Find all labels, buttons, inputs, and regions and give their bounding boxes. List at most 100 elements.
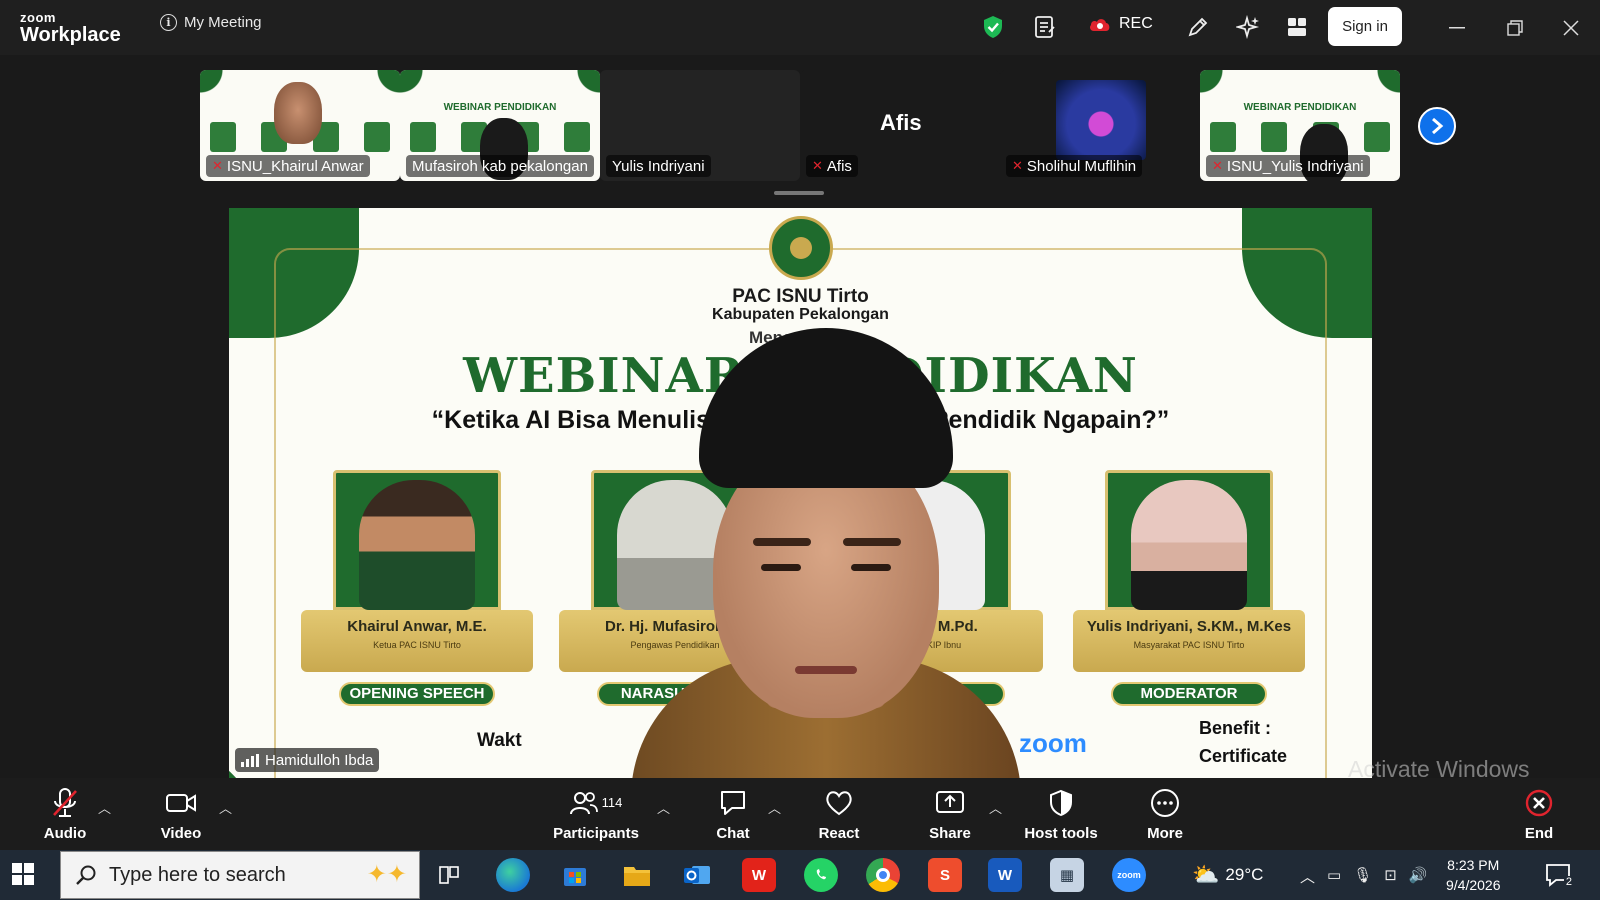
- end-meeting-button[interactable]: End: [1516, 778, 1562, 850]
- system-tray: ︿ ▭ 🎙 ⊡ 🔊: [1300, 866, 1428, 887]
- zoom-workplace-logo: zoom Workplace: [20, 10, 121, 46]
- more-dots-icon: [1150, 787, 1180, 819]
- chrome-icon[interactable]: [866, 858, 900, 892]
- edge-icon[interactable]: [496, 858, 530, 892]
- heart-icon: [824, 787, 854, 819]
- audio-button[interactable]: Audio: [40, 778, 90, 850]
- notification-center-icon[interactable]: 2: [1544, 862, 1574, 888]
- guitar-avatar-image: [1056, 80, 1146, 160]
- weather-widget[interactable]: ⛅ 29°C: [1192, 862, 1263, 888]
- windows-start-icon[interactable]: [12, 863, 34, 885]
- slide-time-label: Wakt: [477, 730, 522, 751]
- participant-name-tag: Yulis Indriyani: [606, 155, 711, 177]
- speaker-card: Yulis Indriyani, S.KM., M.Kes Masyarakat…: [1073, 470, 1305, 706]
- windows-taskbar: ✦✦ W S W ▦ zoom ⛅ 29°C ︿ ▭ 🎙 ⊡ 🔊 8:23 PM…: [0, 850, 1600, 900]
- whatsapp-icon[interactable]: [804, 858, 838, 892]
- share-screen-icon: [935, 787, 965, 819]
- participant-name-tag: Mufasiroh kab pekalongan: [406, 155, 594, 177]
- speaker-card: Khairul Anwar, M.E. Ketua PAC ISNU Tirto…: [301, 470, 533, 706]
- share-button[interactable]: Share: [924, 778, 976, 850]
- outlook-icon[interactable]: [680, 858, 714, 892]
- ai-sparkle-icon[interactable]: [1236, 14, 1260, 40]
- meeting-toolbar: Audio ︿ Video ︿ 114 Participants ︿ Chat …: [0, 778, 1600, 850]
- audio-options-caret[interactable]: ︿: [98, 798, 111, 817]
- zoom-icon[interactable]: zoom: [1103, 850, 1155, 900]
- mic-muted-icon: ✕: [1012, 158, 1023, 173]
- minimize-icon[interactable]: [1442, 14, 1472, 42]
- remote-desktop-icon[interactable]: ▦: [1050, 858, 1084, 892]
- video-options-caret[interactable]: ︿: [219, 798, 232, 817]
- cloud-record-icon: [1090, 19, 1110, 31]
- participant-strip: ✕ ISNU_Khairul Anwar WEBINAR PENDIDIKAN …: [0, 55, 1600, 205]
- host-tools-button[interactable]: Host tools: [1022, 778, 1100, 850]
- chat-bubble-icon: [718, 787, 748, 819]
- peci-cap: [699, 328, 953, 488]
- word-icon[interactable]: W: [988, 858, 1022, 892]
- slide-region: Kabupaten Pekalongan: [712, 306, 889, 323]
- sign-in-button[interactable]: Sign in: [1328, 7, 1402, 46]
- task-view-icon[interactable]: [432, 858, 466, 892]
- video-tile[interactable]: ✕ ISNU_Khairul Anwar: [200, 70, 400, 181]
- battery-icon[interactable]: ▭: [1327, 866, 1341, 887]
- apps-icon[interactable]: [1286, 14, 1308, 40]
- microphone-icon[interactable]: 🎙: [1353, 866, 1372, 887]
- video-tile[interactable]: Yulis Indriyani: [600, 70, 800, 181]
- participants-count: 114: [601, 795, 623, 810]
- speaker-photo: [359, 480, 475, 610]
- store-icon[interactable]: [558, 858, 592, 892]
- shopee-icon[interactable]: S: [928, 858, 962, 892]
- taskbar-search[interactable]: ✦✦: [60, 851, 420, 899]
- more-button[interactable]: More: [1140, 778, 1190, 850]
- share-options-caret[interactable]: ︿: [989, 798, 1002, 817]
- info-icon: i: [160, 14, 177, 31]
- volume-icon[interactable]: 🔊: [1409, 866, 1428, 887]
- network-icon[interactable]: ⊡: [1384, 866, 1397, 887]
- notes-icon[interactable]: [1034, 14, 1056, 40]
- shared-screen: PAC ISNU Tirto Kabupaten Pekalongan Meng…: [229, 208, 1372, 778]
- notification-count: 2: [1563, 876, 1574, 888]
- signal-bars-icon: [241, 753, 259, 767]
- file-explorer-icon[interactable]: [620, 858, 654, 892]
- video-tile[interactable]: ✕ Sholihul Muflihin: [1000, 70, 1200, 181]
- chat-options-caret[interactable]: ︿: [768, 798, 781, 817]
- shield-check-icon[interactable]: [982, 14, 1004, 40]
- video-button[interactable]: Video: [156, 778, 206, 850]
- weather-cloud-icon: ⛅: [1192, 862, 1220, 887]
- chat-button[interactable]: Chat: [708, 778, 758, 850]
- mic-muted-icon: ✕: [212, 158, 223, 173]
- title-bar: zoom Workplace i My Meeting REC Sign in: [0, 0, 1600, 55]
- close-icon[interactable]: [1556, 14, 1586, 42]
- slide-org: PAC ISNU Tirto: [732, 286, 869, 307]
- video-tile[interactable]: WEBINAR PENDIDIKAN ✕ ISNU_Yulis Indriyan…: [1200, 70, 1400, 181]
- participants-button[interactable]: 114 Participants: [552, 778, 640, 850]
- participant-name-tag: ✕ Afis: [806, 155, 858, 177]
- participant-name-tag: ✕ Sholihul Muflihin: [1006, 155, 1143, 177]
- participant-face: [274, 82, 322, 144]
- search-input[interactable]: [109, 863, 329, 887]
- active-speaker-name-tag: Hamidulloh Ibda: [235, 748, 380, 772]
- restore-icon[interactable]: [1500, 14, 1530, 42]
- strip-resize-handle[interactable]: [774, 191, 824, 195]
- participants-options-caret[interactable]: ︿: [657, 798, 670, 817]
- participant-avatar-name: Afis: [880, 110, 922, 135]
- zoom-logo: zoom: [1019, 728, 1087, 758]
- react-button[interactable]: React: [812, 778, 866, 850]
- participant-name-tag: ✕ ISNU_Khairul Anwar: [206, 155, 370, 177]
- wps-office-icon[interactable]: W: [742, 858, 776, 892]
- isnu-emblem-logo: [769, 216, 833, 280]
- meeting-title: My Meeting: [184, 14, 262, 31]
- chevron-right-icon: [1432, 117, 1444, 135]
- video-camera-icon: [165, 787, 197, 819]
- record-button[interactable]: REC: [1088, 15, 1153, 33]
- participants-icon: [569, 791, 598, 814]
- chevron-up-icon[interactable]: ︿: [1300, 866, 1315, 887]
- video-tile[interactable]: WEBINAR PENDIDIKAN Mufasiroh kab pekalon…: [400, 70, 600, 181]
- next-page-button[interactable]: [1418, 107, 1456, 145]
- search-icon: [76, 865, 96, 885]
- taskbar-clock[interactable]: 8:23 PM 9/4/2026: [1446, 855, 1501, 895]
- meeting-info-button[interactable]: i My Meeting: [160, 14, 262, 31]
- pen-icon[interactable]: [1186, 14, 1210, 40]
- presenter-video: [631, 328, 1021, 778]
- mic-muted-icon: ✕: [812, 158, 823, 173]
- speaker-photo: [1131, 480, 1247, 610]
